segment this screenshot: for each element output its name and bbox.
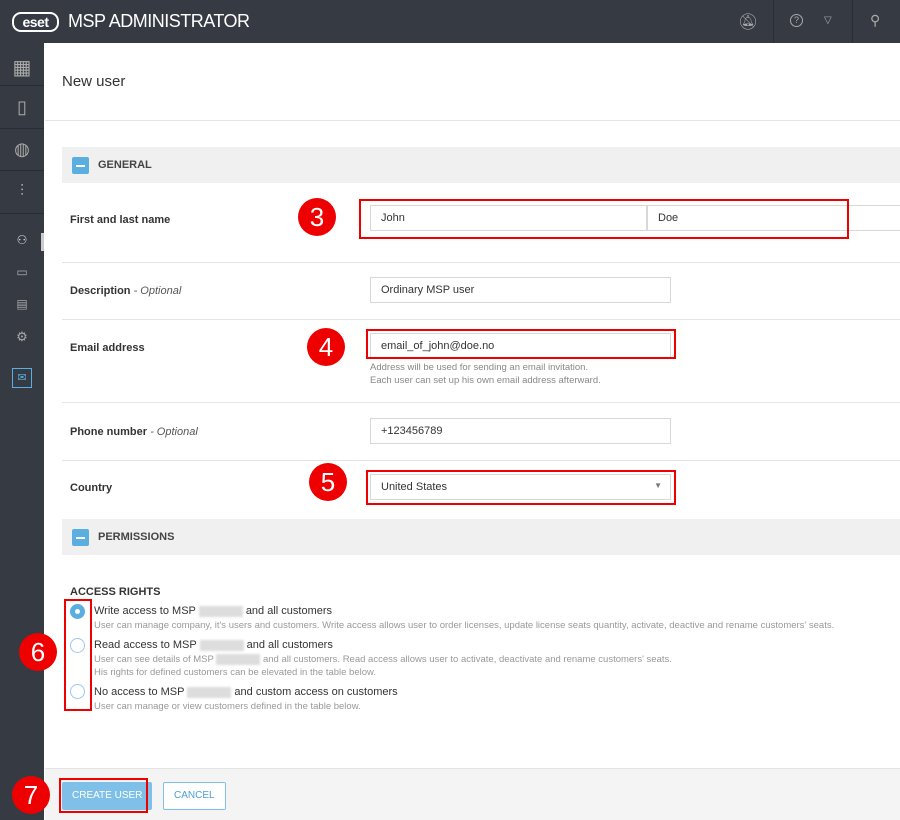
sidebar: ▦ ▯ ◍ ⫶ ⚇ ▭ ▤ ⚙ ✉ <box>0 43 44 820</box>
callout-number: 7 <box>12 776 50 814</box>
email-hint: Address will be used for sending an emai… <box>370 362 589 373</box>
new-user-form: New user GENERAL First and last name Joh… <box>45 43 900 820</box>
option-title: Write access to MSP and all customers <box>94 605 333 617</box>
permissions-section-header[interactable]: PERMISSIONS <box>62 519 900 555</box>
option-desc: User can manage or view customers define… <box>94 701 361 712</box>
app-title: MSP ADMINISTRATOR <box>68 11 250 31</box>
callout-box <box>59 778 148 813</box>
callout-box <box>64 599 92 711</box>
collapse-icon[interactable] <box>72 529 89 546</box>
email-label: Email address <box>70 342 145 354</box>
email-hint: Each user can set up his own email addre… <box>370 375 601 386</box>
general-section-header[interactable]: GENERAL <box>62 147 900 183</box>
phone-label: Phone number - Optional <box>70 426 198 438</box>
users-icon[interactable]: ⚇ <box>0 233 44 247</box>
user-icon[interactable]: ⚲ <box>870 12 880 29</box>
phone-input[interactable]: +123456789 <box>370 418 671 444</box>
collapse-icon[interactable] <box>72 157 89 174</box>
callout-box <box>366 329 676 359</box>
top-bar: eset MSP ADMINISTRATOR 🔕︎ ? ▽ ⚲ <box>0 0 900 43</box>
globe-icon[interactable]: ◍ <box>0 139 44 160</box>
page-title: New user <box>62 73 126 90</box>
access-rights-heading: ACCESS RIGHTS <box>70 586 161 598</box>
notifications-off-icon[interactable]: 🔕︎ <box>738 12 758 32</box>
briefcase-icon[interactable]: ▭ <box>0 265 44 279</box>
callout-box <box>366 470 676 505</box>
callout-number: 4 <box>307 328 345 366</box>
reports-icon[interactable]: ⫶ <box>0 183 44 201</box>
help-icon[interactable]: ? <box>790 14 803 27</box>
dashboard-icon[interactable]: ▦ <box>0 55 44 80</box>
clipboard-icon[interactable]: ▤ <box>0 297 44 311</box>
callout-number: 3 <box>298 198 336 236</box>
option-desc: His rights for defined customers can be … <box>94 667 376 678</box>
cancel-button[interactable]: CANCEL <box>163 782 226 810</box>
eset-logo: eset <box>12 12 59 32</box>
option-desc: User can manage company, it's users and … <box>94 620 835 631</box>
form-footer: CREATE USER CANCEL <box>45 768 900 820</box>
country-label: Country <box>70 482 113 494</box>
mail-icon[interactable]: ✉ <box>12 368 32 388</box>
option-title: Read access to MSP and all customers <box>94 639 333 651</box>
option-title: No access to MSP and custom access on cu… <box>94 686 398 698</box>
chevron-down-icon[interactable]: ▽ <box>824 15 832 26</box>
description-label: Description - Optional <box>70 285 182 297</box>
devices-icon[interactable]: ▯ <box>0 97 44 118</box>
description-input[interactable]: Ordinary MSP user <box>370 277 671 303</box>
settings-icon[interactable]: ⚙ <box>0 329 44 345</box>
callout-box <box>359 199 849 239</box>
name-label: First and last name <box>70 214 171 226</box>
option-desc: User can see details of MSP and all cust… <box>94 653 672 665</box>
callout-number: 5 <box>309 463 347 501</box>
callout-number: 6 <box>19 633 57 671</box>
